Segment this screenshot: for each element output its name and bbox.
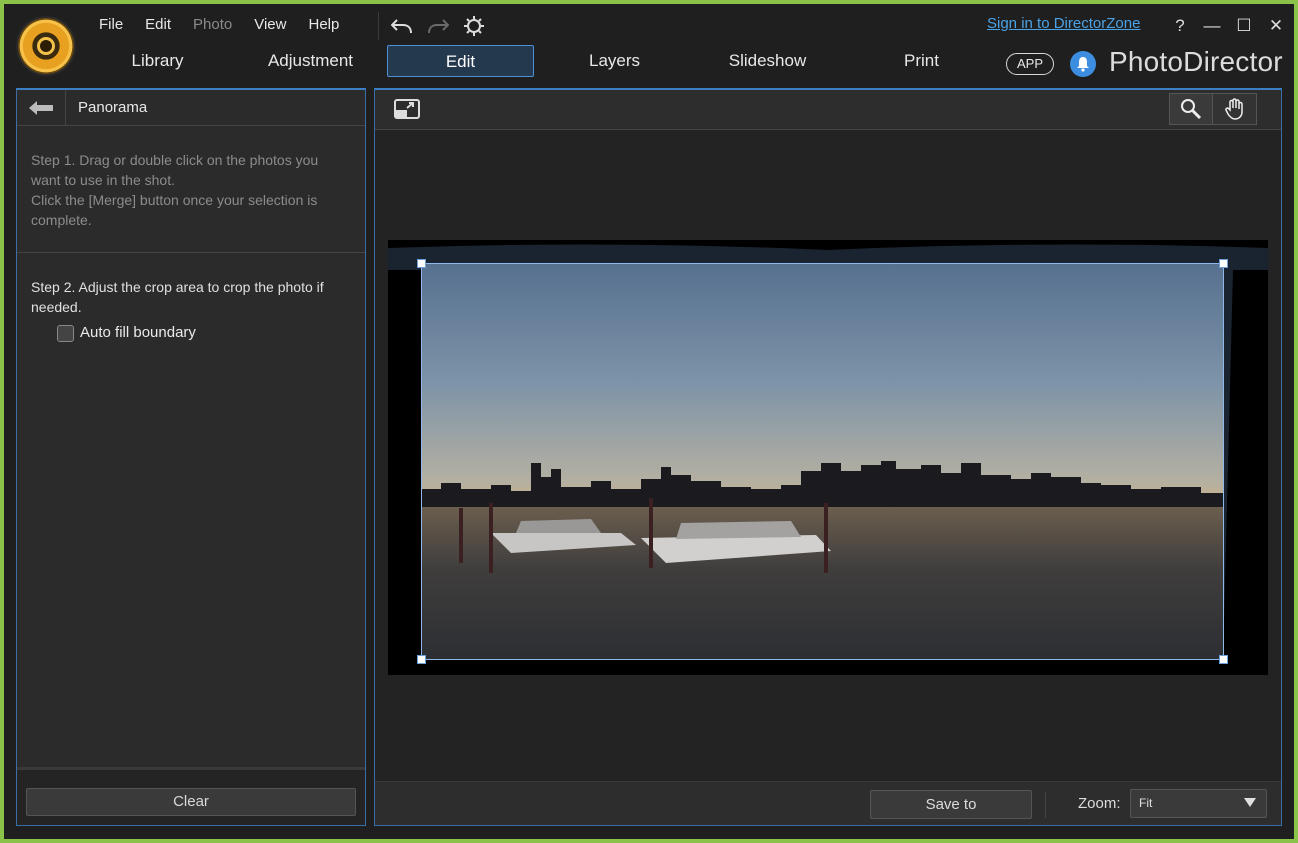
minimize-button[interactable]: — [1196,12,1228,40]
step2-instructions: Step 2. Adjust the crop area to crop the… [31,279,324,315]
menu-view[interactable]: View [243,12,297,38]
fit-to-window-icon[interactable] [393,98,421,122]
preview-bottom-bar: Save to Zoom: Fit [375,781,1281,825]
crop-handle-top-left[interactable] [417,259,426,268]
auto-fill-option[interactable]: Auto fill boundary [57,323,351,343]
step1-line2: Click the [Merge] button once your selec… [31,192,318,228]
panorama-canvas[interactable] [388,240,1268,675]
tab-edit[interactable]: Edit [387,45,534,77]
help-button[interactable]: ? [1164,12,1196,40]
auto-fill-label[interactable]: Auto fill boundary [80,323,196,343]
tab-print[interactable]: Print [848,45,995,77]
step2-section: Step 2. Adjust the crop area to crop the… [17,253,365,343]
preview-panel: Save to Zoom: Fit [374,88,1282,826]
brand-name: PhotoDirector [1109,46,1283,77]
panorama-panel: Panorama Step 1. Drag or double click on… [16,88,366,826]
hand-icon[interactable] [1213,94,1256,124]
zoom-dropdown[interactable]: Fit [1130,789,1267,818]
zoom-label: Zoom: [1078,795,1121,812]
panel-title: Panorama [78,99,148,116]
auto-fill-checkbox[interactable] [57,324,74,342]
menu-photo[interactable]: Photo [182,12,243,38]
crop-rectangle[interactable] [421,263,1224,660]
menu-bar: File Edit Photo View Help [88,12,350,38]
tab-layers[interactable]: Layers [541,45,688,77]
preview-toolbar [375,90,1281,130]
sign-in-link[interactable]: Sign in to DirectorZone [987,15,1140,32]
menu-edit[interactable]: Edit [134,12,182,38]
bell-icon[interactable] [1070,51,1096,77]
tab-slideshow[interactable]: Slideshow [694,45,841,77]
step1-instructions: Step 1. Drag or double click on the phot… [17,126,365,253]
tab-adjustment[interactable]: Adjustment [237,45,384,77]
quick-toolbar [378,12,487,40]
divider [1045,792,1046,818]
crop-handle-bottom-left[interactable] [417,655,426,664]
crop-handle-top-right[interactable] [1219,259,1228,268]
photodirector-logo-icon [18,18,74,74]
zoom-value: Fit [1139,796,1153,810]
tab-library[interactable]: Library [84,45,231,77]
save-to-button[interactable]: Save to [870,790,1032,819]
redo-icon[interactable] [425,13,451,39]
close-button[interactable]: ✕ [1260,12,1292,40]
chevron-down-icon [1244,798,1256,807]
app-window: File Edit Photo View Help Sign in to Dir… [4,4,1294,839]
undo-icon[interactable] [389,13,415,39]
step1-line1: Step 1. Drag or double click on the phot… [31,152,319,188]
clear-button[interactable]: Clear [26,788,356,816]
menu-file[interactable]: File [88,12,134,38]
app-button[interactable]: APP [1006,53,1054,75]
crop-handle-bottom-right[interactable] [1219,655,1228,664]
back-arrow-icon[interactable] [17,89,66,126]
window-controls: ? — ☐ ✕ [1164,12,1292,40]
menu-help[interactable]: Help [297,12,350,38]
panel-header: Panorama [17,89,365,126]
gear-icon[interactable] [461,13,487,39]
magnifier-icon[interactable] [1170,94,1214,124]
maximize-button[interactable]: ☐ [1228,12,1260,40]
panel-footer: Clear [17,767,365,825]
zoom-pan-toggle [1169,93,1257,125]
mode-tabs: Library Adjustment Edit Layers Slideshow… [84,44,984,80]
